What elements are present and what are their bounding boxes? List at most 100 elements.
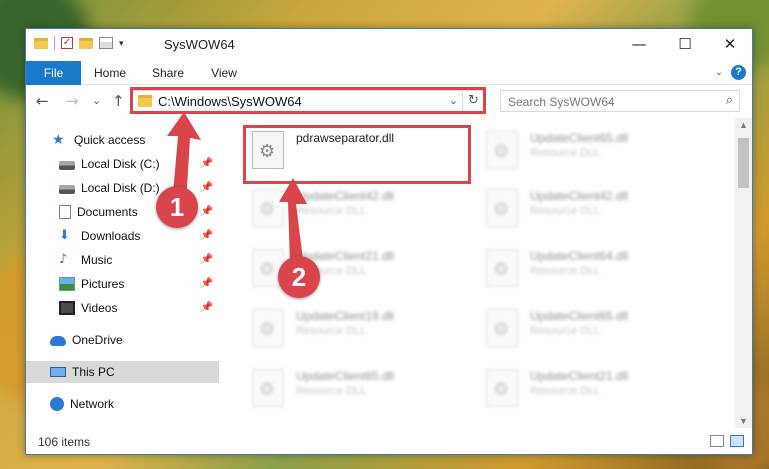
tab-home[interactable]: Home — [88, 61, 132, 85]
onedrive-icon — [50, 336, 66, 346]
sidebar-item-label: OneDrive — [72, 333, 123, 347]
sidebar-item-label: Music — [81, 253, 113, 267]
file-name: UpdateClient42.dll — [530, 189, 629, 203]
customize-toolbar-chevron-icon[interactable]: ▾ — [119, 38, 124, 49]
sidebar-item-local-disk-c[interactable]: Local Disk (C:) 📌 — [26, 153, 219, 175]
navigation-pane: ★ Quick access Local Disk (C:) 📌 Local D… — [26, 125, 219, 421]
pin-icon[interactable]: 📌 — [201, 254, 213, 265]
file-item[interactable]: ⚙ UpdateClient21.dll Resource DLL — [482, 365, 692, 411]
tab-view[interactable]: View — [204, 61, 244, 85]
file-item[interactable]: ⚙ UpdateClient19.dll Resource DLL — [248, 305, 458, 351]
minimize-button[interactable]: — — [616, 29, 662, 59]
sidebar-item-onedrive[interactable]: OneDrive — [26, 329, 219, 351]
sidebar-item-quick-access[interactable]: ★ Quick access — [26, 129, 219, 151]
pin-icon[interactable]: 📌 — [201, 230, 213, 241]
pin-icon[interactable]: 📌 — [201, 182, 213, 193]
file-name: UpdateClient21.dll — [530, 369, 629, 383]
window-title: SysWOW64 — [164, 37, 235, 52]
quick-access-toolbar: ✓ ▾ — [34, 36, 124, 50]
close-button[interactable]: ✕ — [707, 29, 753, 59]
file-item[interactable]: ⚙ UpdateClient65.dll Resource DLL — [482, 127, 692, 173]
sidebar-item-label: Network — [70, 397, 115, 411]
vertical-scrollbar[interactable]: ▲ ▼ — [735, 118, 752, 428]
file-type: Resource DLL — [530, 205, 601, 217]
scrollbar-thumb[interactable] — [738, 138, 749, 188]
pc-icon — [50, 367, 66, 377]
tab-file[interactable]: File — [26, 61, 81, 85]
sidebar-item-network[interactable]: Network — [26, 393, 219, 415]
sidebar-item-label: Local Disk (D:) — [81, 181, 160, 195]
dll-file-icon: ⚙ — [252, 189, 284, 227]
back-arrow-icon[interactable]: ← — [36, 92, 49, 110]
file-type: Resource DLL — [530, 325, 601, 337]
up-arrow-icon[interactable]: ↑ — [112, 92, 125, 110]
properties-icon[interactable] — [99, 37, 113, 49]
file-item[interactable]: ⚙ UpdateClient42.dll Resource DLL — [482, 185, 692, 231]
file-highlight-box — [243, 125, 471, 184]
search-box[interactable]: Search SysWOW64 ⌕ — [500, 90, 740, 112]
recent-locations-chevron-icon[interactable]: ⌄ — [92, 94, 101, 107]
star-icon: ★ — [52, 132, 65, 148]
file-type: Resource DLL — [530, 265, 601, 277]
folder-icon — [34, 37, 48, 49]
status-bar: 106 items — [26, 430, 752, 454]
file-name: UpdateClient64.dll — [530, 249, 629, 263]
dll-file-icon: ⚙ — [486, 131, 518, 169]
search-input[interactable]: Search SysWOW64 — [508, 95, 615, 109]
dll-file-icon: ⚙ — [486, 249, 518, 287]
download-icon: ⬇ — [59, 228, 70, 243]
file-item[interactable]: ⚙ UpdateClient65.dll Resource DLL — [482, 305, 692, 351]
item-count: 106 items — [38, 435, 91, 449]
large-icons-view-icon[interactable] — [730, 435, 744, 447]
title-bar: ✓ ▾ SysWOW64 — ☐ ✕ — [26, 29, 752, 61]
file-name: UpdateClient65.dll — [296, 369, 395, 383]
file-name: UpdateClient65.dll — [530, 309, 629, 323]
file-item[interactable]: ⚙ UpdateClient65.dll Resource DLL — [248, 365, 458, 411]
properties-check-icon[interactable]: ✓ — [61, 37, 73, 49]
new-folder-icon[interactable] — [79, 37, 93, 49]
pin-icon[interactable]: 📌 — [201, 302, 213, 313]
step-badge-2: 2 — [278, 256, 320, 298]
scroll-up-arrow-icon[interactable]: ▲ — [735, 120, 752, 130]
forward-arrow-icon[interactable]: → — [66, 92, 79, 110]
sidebar-item-label: Quick access — [74, 133, 146, 147]
file-item[interactable]: ⚙ UpdateClient42.dll Resource DLL — [248, 185, 458, 231]
expand-ribbon-chevron-icon[interactable]: ⌄ — [715, 67, 723, 78]
sidebar-item-label: Videos — [81, 301, 118, 315]
tab-share[interactable]: Share — [146, 61, 190, 85]
pin-icon[interactable]: 📌 — [201, 206, 213, 217]
sidebar-item-label: Local Disk (C:) — [81, 157, 160, 171]
drive-icon — [59, 161, 75, 170]
address-highlight-box — [130, 87, 486, 114]
file-type: Resource DLL — [296, 325, 367, 337]
file-type: Resource DLL — [530, 147, 601, 159]
file-name: UpdateClient42.dll — [296, 189, 395, 203]
pin-icon[interactable]: 📌 — [201, 158, 213, 169]
file-name: UpdateClient65.dll — [530, 131, 629, 145]
sidebar-item-videos[interactable]: Videos 📌 — [26, 297, 219, 319]
dll-file-icon: ⚙ — [252, 309, 284, 347]
file-type: Resource DLL — [296, 205, 367, 217]
ribbon-tabs: File Home Share View ⌄ ? — [26, 61, 752, 85]
sidebar-item-downloads[interactable]: ⬇ Downloads 📌 — [26, 225, 219, 247]
file-type: Resource DLL — [530, 385, 601, 397]
file-name: UpdateClient19.dll — [296, 309, 395, 323]
sidebar-item-this-pc[interactable]: This PC — [26, 361, 219, 383]
details-view-icon[interactable] — [710, 435, 724, 447]
sidebar-item-label: Pictures — [81, 277, 125, 291]
sidebar-item-pictures[interactable]: Pictures 📌 — [26, 273, 219, 295]
maximize-button[interactable]: ☐ — [662, 29, 708, 59]
dll-file-icon: ⚙ — [486, 309, 518, 347]
dll-file-icon: ⚙ — [486, 189, 518, 227]
help-icon[interactable]: ? — [731, 65, 746, 80]
scroll-down-arrow-icon[interactable]: ▼ — [735, 416, 752, 426]
sidebar-item-label: Downloads — [81, 229, 141, 243]
file-type: Resource DLL — [296, 385, 367, 397]
step-badge-1: 1 — [156, 186, 198, 228]
pictures-icon — [59, 277, 75, 291]
pin-icon[interactable]: 📌 — [201, 278, 213, 289]
sidebar-item-label: This PC — [72, 365, 115, 379]
sidebar-item-music[interactable]: ♪ Music 📌 — [26, 249, 219, 271]
sidebar-item-label: Documents — [77, 205, 138, 219]
file-item[interactable]: ⚙ UpdateClient64.dll Resource DLL — [482, 245, 692, 291]
